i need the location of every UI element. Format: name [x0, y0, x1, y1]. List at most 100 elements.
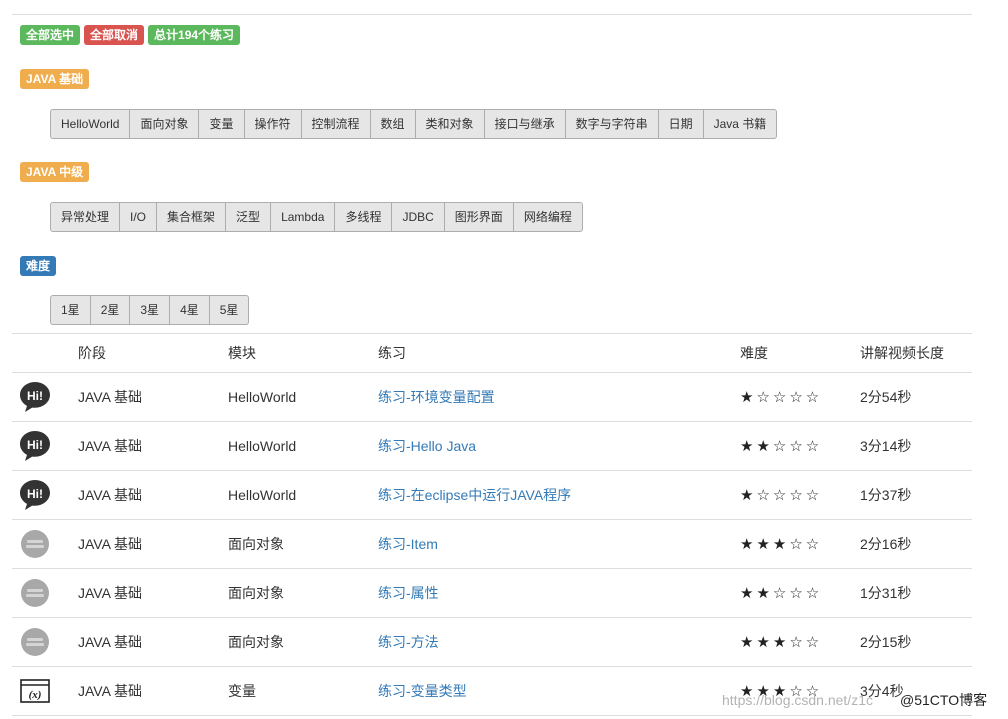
exercise-link[interactable]: 练习-环境变量配置: [378, 389, 495, 405]
difficulty-button-2[interactable]: 2星: [89, 295, 131, 325]
star-rating: ★☆☆☆☆: [740, 388, 823, 406]
stage-cell: JAVA 基础: [78, 617, 228, 667]
exercise-link[interactable]: 练习-方法: [378, 634, 439, 650]
duration-cell: 2分15秒: [860, 617, 972, 667]
module-button-lambda[interactable]: Lambda: [270, 202, 336, 232]
exercise-cell: 练习-在eclipse中运行JAVA程序: [378, 470, 740, 520]
exercise-cell: 练习-环境变量配置: [378, 372, 740, 422]
module-button-generics[interactable]: 泛型: [225, 202, 272, 232]
difficulty-button-5[interactable]: 5星: [208, 295, 250, 325]
duration-cell: 2分54秒: [860, 372, 972, 422]
header-module: 模块: [228, 333, 378, 373]
exercise-link[interactable]: 练习-变量类型: [378, 683, 467, 699]
difficulty-button-3[interactable]: 3星: [129, 295, 171, 325]
exercise-link[interactable]: 练习-Hello Java: [378, 438, 476, 454]
exercise-cell: 练习-变量类型: [378, 666, 740, 716]
svg-text:(x): (x): [29, 689, 42, 701]
hi-bubble-icon: Hi!: [18, 429, 52, 463]
exercise-link[interactable]: 练习-Item: [378, 536, 438, 552]
module-cell: HelloWorld: [228, 421, 378, 471]
module-button-network[interactable]: 网络编程: [512, 202, 583, 232]
header-icon-col: [12, 333, 78, 373]
star-rating: ★★★☆☆: [740, 535, 823, 553]
module-cell: 面向对象: [228, 617, 378, 667]
module-button-exception[interactable]: 异常处理: [50, 202, 121, 232]
svg-text:Hi!: Hi!: [27, 487, 43, 501]
module-button-thread[interactable]: 多线程: [334, 202, 393, 232]
table-row: JAVA 基础 面向对象 练习-方法 ★★★☆☆ 2分15秒: [12, 617, 972, 667]
object-badge-icon: [18, 576, 52, 610]
difficulty-cell: ★★★☆☆: [740, 617, 860, 667]
brand-label: @51CTO博客: [900, 692, 988, 708]
watermark: https://blog.csdn.net/z1c: [722, 692, 873, 708]
module-cell: HelloWorld: [228, 470, 378, 520]
stage-cell: JAVA 基础: [78, 421, 228, 471]
table-header-row: 阶段 模块 练习 难度 讲解视频长度: [12, 333, 972, 373]
difficulty-button-4[interactable]: 4星: [169, 295, 210, 325]
module-cell: 变量: [228, 666, 378, 716]
top-divider: [12, 14, 972, 15]
module-button-interface[interactable]: 接口与继承: [483, 109, 566, 139]
section-label-intermediate: JAVA 中级: [20, 162, 90, 182]
module-button-helloworld[interactable]: HelloWorld: [50, 109, 131, 139]
basic-module-buttons: HelloWorld 面向对象 变量 操作符 控制流程 数组 类和对象 接口与继…: [50, 109, 778, 139]
module-button-gui[interactable]: 图形界面: [443, 202, 514, 232]
hi-bubble-icon: Hi!: [18, 380, 52, 414]
difficulty-cell: ★★☆☆☆: [740, 568, 860, 618]
module-button-class-object[interactable]: 类和对象: [414, 109, 485, 139]
object-badge-icon: [18, 625, 52, 659]
stage-cell: JAVA 基础: [78, 470, 228, 520]
header-difficulty: 难度: [740, 333, 860, 373]
stage-cell: JAVA 基础: [78, 372, 228, 422]
module-button-collections[interactable]: 集合框架: [156, 202, 227, 232]
module-button-java-books[interactable]: Java 书籍: [702, 109, 778, 139]
module-cell: 面向对象: [228, 568, 378, 618]
duration-cell: 1分37秒: [860, 470, 972, 520]
section-label-difficulty: 难度: [20, 256, 57, 276]
exercise-cell: 练习-方法: [378, 617, 740, 667]
exercise-cell: 练习-属性: [378, 568, 740, 618]
top-actions: 全部选中 全部取消 总计194个练习: [20, 25, 241, 45]
table-row: Hi! JAVA 基础 HelloWorld 练习-在eclipse中运行JAVA程序…: [12, 470, 972, 520]
difficulty-buttons: 1星 2星 3星 4星 5星: [50, 295, 250, 325]
duration-cell: 1分31秒: [860, 568, 972, 618]
intermediate-module-buttons: 异常处理 I/O 集合框架 泛型 Lambda 多线程 JDBC 图形界面 网络…: [50, 202, 583, 232]
stage-cell: JAVA 基础: [78, 666, 228, 716]
module-button-operator[interactable]: 操作符: [243, 109, 302, 139]
module-button-jdbc[interactable]: JDBC: [391, 202, 445, 232]
difficulty-cell: ★★☆☆☆: [740, 421, 860, 471]
total-count-badge: 总计194个练习: [148, 25, 241, 45]
exercise-link[interactable]: 练习-属性: [378, 585, 439, 601]
stage-cell: JAVA 基础: [78, 568, 228, 618]
object-badge-icon: [18, 527, 52, 561]
variable-x-icon: (x): [18, 674, 52, 708]
module-button-control-flow[interactable]: 控制流程: [300, 109, 371, 139]
difficulty-cell: ★☆☆☆☆: [740, 372, 860, 422]
exercise-cell: 练习-Item: [378, 519, 740, 569]
select-all-button[interactable]: 全部选中: [20, 25, 81, 45]
difficulty-cell: ★☆☆☆☆: [740, 470, 860, 520]
deselect-all-button[interactable]: 全部取消: [84, 25, 145, 45]
table-row: JAVA 基础 面向对象 练习-属性 ★★☆☆☆ 1分31秒: [12, 568, 972, 618]
exercise-cell: 练习-Hello Java: [378, 421, 740, 471]
exercise-link[interactable]: 练习-在eclipse中运行JAVA程序: [378, 487, 571, 503]
svg-text:Hi!: Hi!: [27, 438, 43, 452]
module-button-date[interactable]: 日期: [657, 109, 704, 139]
exercise-table: 阶段 模块 练习 难度 讲解视频长度 Hi! JAVA 基础 HelloWorld 练…: [12, 333, 972, 716]
star-rating: ★☆☆☆☆: [740, 486, 823, 504]
module-button-variable[interactable]: 变量: [198, 109, 245, 139]
table-row: JAVA 基础 面向对象 练习-Item ★★★☆☆ 2分16秒: [12, 519, 972, 569]
module-button-array[interactable]: 数组: [369, 109, 416, 139]
module-button-number-string[interactable]: 数字与字符串: [564, 109, 659, 139]
module-button-io[interactable]: I/O: [119, 202, 158, 232]
difficulty-cell: ★★★☆☆: [740, 666, 860, 716]
difficulty-button-1[interactable]: 1星: [50, 295, 91, 325]
table-row: Hi! JAVA 基础 HelloWorld 练习-Hello Java ★★☆☆☆ 3分…: [12, 421, 972, 471]
star-rating: ★★☆☆☆: [740, 584, 823, 602]
header-stage: 阶段: [78, 333, 228, 373]
module-cell: HelloWorld: [228, 372, 378, 422]
difficulty-cell: ★★★☆☆: [740, 519, 860, 569]
module-button-oop[interactable]: 面向对象: [129, 109, 200, 139]
star-rating: ★★★☆☆: [740, 633, 823, 651]
section-label-basic: JAVA 基础: [20, 69, 90, 89]
